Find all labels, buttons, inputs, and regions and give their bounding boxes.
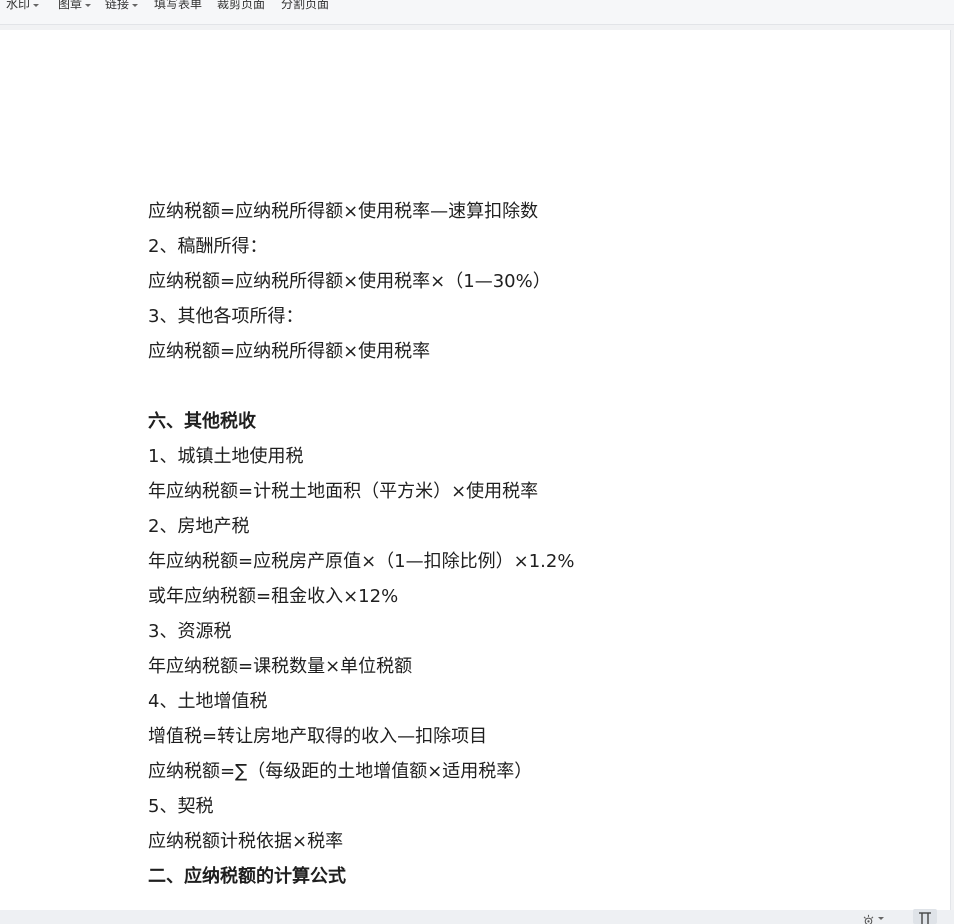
doc-line: 增值税=转让房地产取得的收入—扣除项目 [148,726,488,747]
link-menu-label: 链接 [105,0,130,11]
chevron-down-icon [132,3,139,7]
crop-page-label: 裁剪页面 [217,0,266,11]
doc-line: 或年应纳税额=租金收入×12% [148,586,399,607]
settings-dropdown[interactable] [862,913,884,924]
doc-line: 3、其他各项所得： [148,306,304,327]
top-toolbar: 水印 图章 链接 填写表单 裁剪页面 分割页面 [0,0,954,25]
split-page-label: 分割页面 [281,0,330,11]
fill-form-button[interactable]: 填写表单 [154,0,202,14]
doc-line: 年应纳税额=应税房产原值×（1—扣除比例）×1.2% [148,551,575,572]
chevron-down-icon [33,3,40,7]
doc-line: 年应纳税额=计税土地面积（平方米）×使用税率 [148,481,539,502]
split-page-button[interactable]: 分割页面 [281,0,329,14]
watermark-menu-label: 水印 [6,0,31,11]
doc-line: 2、房地产税 [148,516,250,537]
document-page: 应纳税额=应纳税所得额×使用税率—速算扣除数 2、稿酬所得： 应纳税额=应纳税所… [0,30,951,910]
doc-line: 年应纳税额=课税数量×单位税额 [148,656,413,677]
page-view-icon [919,912,931,924]
doc-line: 2、稿酬所得： [148,236,268,257]
chevron-down-icon [85,3,92,7]
document-content: 应纳税额=应纳税所得额×使用税率—速算扣除数 2、稿酬所得： 应纳税额=应纳税所… [148,197,888,897]
doc-line: 1、城镇土地使用税 [148,446,304,467]
doc-line: 应纳税额=应纳税所得额×使用税率×（1—30%） [148,271,551,292]
stamp-menu[interactable]: 图章 [58,0,92,14]
doc-line: 应纳税额=应纳税所得额×使用税率 [148,341,431,362]
section-heading: 六、其他税收 [148,411,256,432]
stamp-menu-label: 图章 [58,0,83,11]
chevron-down-icon [878,917,884,920]
page-view-button[interactable] [913,909,937,924]
doc-line: 应纳税额=应纳税所得额×使用税率—速算扣除数 [148,201,539,222]
settings-icon [863,914,874,924]
section-heading: 二、应纳税额的计算公式 [148,866,346,887]
doc-blank-line [148,372,888,407]
doc-line: 5、契税 [148,796,214,817]
link-menu[interactable]: 链接 [105,0,139,14]
watermark-menu[interactable]: 水印 [6,0,40,14]
status-bar [0,910,954,924]
crop-page-button[interactable]: 裁剪页面 [217,0,265,14]
doc-line: 应纳税额=∑（每级距的土地增值额×适用税率） [148,761,533,782]
doc-line: 应纳税额计税依据×税率 [148,831,344,852]
doc-line: 4、土地增值税 [148,691,268,712]
doc-line: 3、资源税 [148,621,232,642]
fill-form-label: 填写表单 [154,0,203,11]
